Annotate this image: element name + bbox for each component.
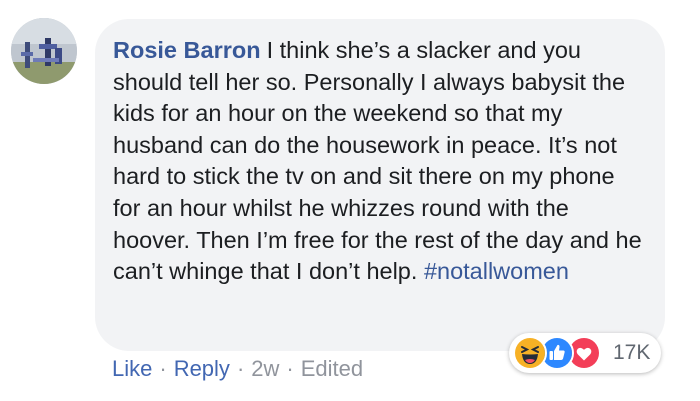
action-separator: · xyxy=(159,356,167,381)
action-separator: · xyxy=(236,356,245,381)
comment-bubble: Rosie Barron I think she’s a slacker and … xyxy=(95,19,665,351)
reactions-summary[interactable]: 17K xyxy=(509,333,661,373)
comment-actions: Like · Reply · 2w · Edited xyxy=(112,356,363,382)
avatar[interactable] xyxy=(11,18,77,84)
like-link[interactable]: Like xyxy=(112,356,152,381)
reaction-icons xyxy=(513,336,605,370)
avatar-photo xyxy=(11,18,77,84)
comment-author-link[interactable]: Rosie Barron xyxy=(113,37,261,63)
comment-timestamp[interactable]: 2w xyxy=(251,356,279,381)
haha-icon xyxy=(513,336,547,370)
reaction-count: 17K xyxy=(613,341,651,364)
edited-label[interactable]: Edited xyxy=(301,356,363,381)
comment-body: I think she’s a slacker and you should t… xyxy=(113,37,642,285)
action-separator: · xyxy=(286,356,294,381)
reply-link[interactable]: Reply xyxy=(174,356,230,381)
comment-text: Rosie Barron I think she’s a slacker and … xyxy=(113,35,645,288)
hashtag-link[interactable]: #notallwomen xyxy=(424,258,569,284)
